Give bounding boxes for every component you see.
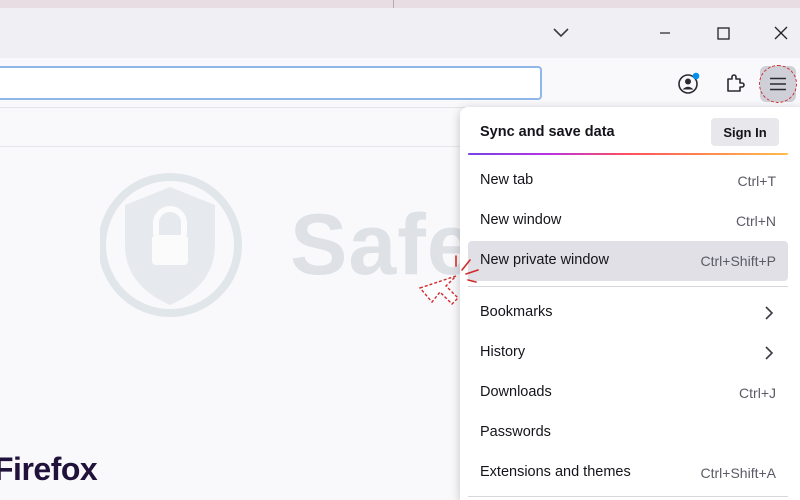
minimize-button[interactable] [652, 20, 678, 46]
menu-item-bookmarks[interactable]: Bookmarks [468, 293, 788, 333]
menu-item-shortcut: Ctrl+Shift+A [700, 465, 776, 481]
chevron-down-icon [553, 28, 569, 38]
maximize-button[interactable] [710, 20, 736, 46]
list-all-tabs-button[interactable] [546, 20, 576, 46]
menu-item-new-tab[interactable]: New tab Ctrl+T [468, 161, 788, 201]
menu-item-shortcut: Ctrl+T [737, 173, 777, 189]
menu-item-history[interactable]: History [468, 333, 788, 373]
menu-item-label: New private window [480, 252, 609, 268]
menu-divider [468, 496, 788, 497]
menu-item-label: Bookmarks [480, 304, 553, 320]
menu-item-label: New window [480, 212, 562, 228]
close-icon [774, 26, 788, 40]
title-bar [0, 8, 800, 58]
menu-item-label: Downloads [480, 384, 552, 400]
strip-separator [393, 0, 394, 8]
extensions-icon [727, 74, 745, 92]
menu-item-new-private-window[interactable]: New private window Ctrl+Shift+P [468, 241, 788, 281]
account-button[interactable] [676, 70, 702, 96]
menu-item-label: Extensions and themes [480, 464, 631, 480]
sign-in-button[interactable]: Sign In [711, 118, 779, 146]
menu-item-shortcut: Ctrl+Shift+P [700, 253, 776, 269]
menu-item-new-window[interactable]: New window Ctrl+N [468, 201, 788, 241]
menu-item-shortcut: Ctrl+J [739, 385, 776, 401]
menu-item-passwords[interactable]: Passwords [468, 413, 788, 453]
chevron-right-icon [765, 306, 774, 320]
menu-item-label: New tab [480, 172, 534, 188]
close-button[interactable] [768, 20, 794, 46]
chevron-right-icon [765, 346, 774, 360]
app-menu-panel: Sync and save data Sign In New tab Ctrl+… [460, 107, 800, 500]
menu-divider [468, 286, 788, 287]
firefox-wordmark: Firefox [0, 451, 98, 487]
menu-item-label: Passwords [480, 424, 551, 440]
click-pointer-icon [418, 255, 479, 305]
nav-toolbar [0, 58, 800, 108]
open-app-menu-button[interactable] [759, 65, 797, 103]
sync-title: Sync and save data [480, 124, 615, 140]
sync-gradient-divider [468, 153, 788, 155]
address-input[interactable] [0, 68, 560, 98]
menu-item-downloads[interactable]: Downloads Ctrl+J [468, 373, 788, 413]
menu-item-label: History [480, 344, 526, 360]
account-icon [678, 72, 700, 94]
content-divider [0, 146, 462, 147]
menu-item-shortcut: Ctrl+N [735, 213, 776, 229]
sync-row: Sync and save data Sign In [460, 107, 800, 155]
maximize-icon [716, 26, 730, 40]
minimize-icon [660, 32, 670, 34]
screen-top-strip [0, 0, 800, 8]
menu-item-extensions-and-themes[interactable]: Extensions and themes Ctrl+Shift+A [468, 453, 788, 493]
address-bar[interactable] [0, 66, 560, 100]
highlight-ring [759, 65, 797, 103]
extensions-button[interactable] [722, 70, 748, 96]
